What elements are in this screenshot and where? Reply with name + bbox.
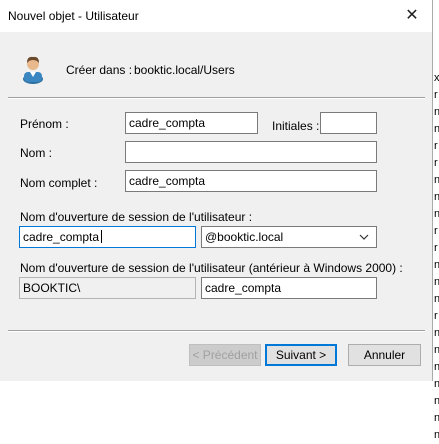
background-char: n [434,259,439,271]
user-icon [20,54,46,84]
create-in-label: Créer dans : [66,63,133,77]
new-user-dialog: Nouvel objet - Utilisateur ✕ Créer dans … [0,0,433,381]
background-char: n [434,208,439,220]
initials-input[interactable] [320,112,377,134]
fullname-input[interactable]: cadre_compta [125,170,377,192]
initials-label: Initiales : [272,119,320,133]
background-char: n [434,344,439,356]
background-char: r [434,310,438,322]
logon-label: Nom d'ouverture de session de l'utilisat… [20,210,253,224]
separator-bottom [8,330,425,332]
legacy-logon-label: Nom d'ouverture de session de l'utilisat… [20,261,403,275]
lastname-input[interactable] [125,141,377,163]
background-char: n [434,395,439,407]
background-char: n [434,106,439,118]
previous-button[interactable]: < Précédent [189,344,261,366]
background-window-text: xrnnrrnnnrrnnnrnnnnnnn [434,70,439,444]
background-char: n [434,429,439,441]
domain-dropdown-value: @booktic.local [205,230,284,244]
create-in-value: booktic.local/Users [134,63,235,77]
background-char: r [434,140,438,152]
background-char: r [434,157,438,169]
close-icon[interactable]: ✕ [398,4,426,28]
lastname-label: Nom : [20,146,53,160]
dialog-title: Nouvel objet - Utilisateur [8,9,139,23]
background-char: n [434,191,439,203]
background-char: n [434,276,439,288]
background-char: r [434,242,438,254]
legacy-domain-field: BOOKTIC\ [19,277,196,299]
legacy-logon-input[interactable]: cadre_compta [201,277,377,299]
background-char: n [434,412,439,424]
background-char: n [434,327,439,339]
background-char: n [434,378,439,390]
background-char: n [434,123,439,135]
fullname-label: Nom complet : [20,176,98,190]
logon-input[interactable]: cadre_compta [19,226,196,248]
chevron-down-icon [358,230,370,244]
separator-top [8,97,425,99]
firstname-input[interactable]: cadre_compta [125,112,258,134]
domain-dropdown[interactable]: @booktic.local [201,226,377,248]
text-caret [101,230,103,243]
background-char: n [434,361,439,373]
background-char: n [434,293,439,305]
cancel-button[interactable]: Annuler [348,344,421,366]
background-char: r [434,89,438,101]
title-bar: Nouvel objet - Utilisateur ✕ [0,0,432,32]
firstname-label: Prénom : [20,117,69,131]
background-char: x [434,72,439,84]
next-button[interactable]: Suivant > [265,344,337,366]
background-char: n [434,174,439,186]
background-char: r [434,225,438,237]
logon-input-value: cadre_compta [23,230,100,244]
